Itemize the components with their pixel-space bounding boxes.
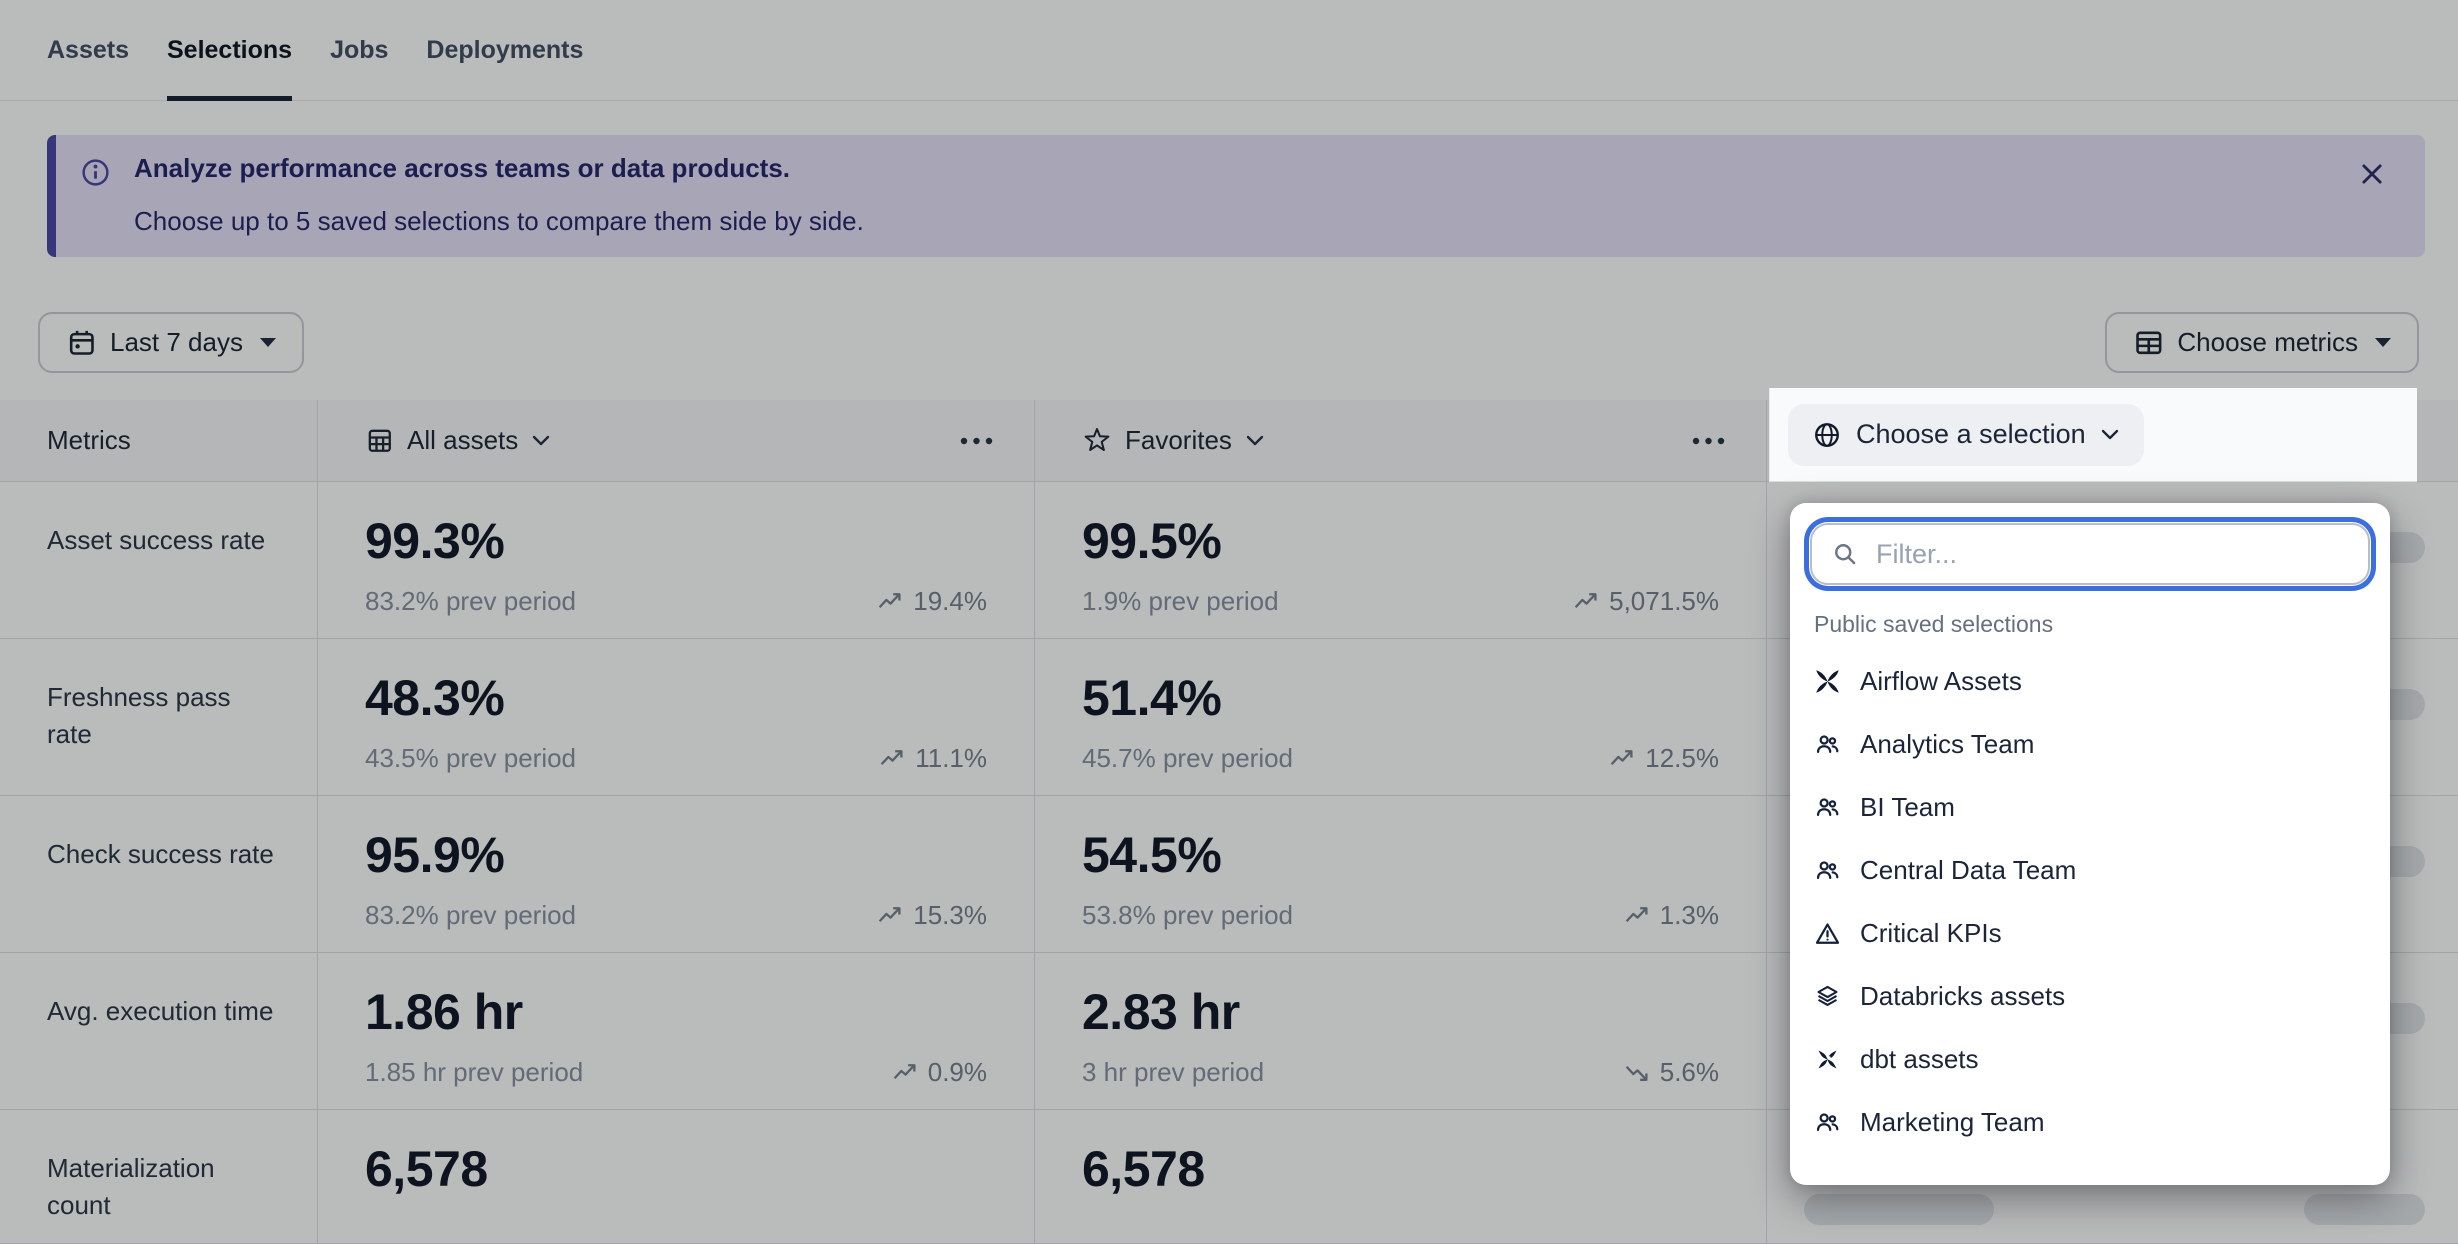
globe-icon bbox=[1812, 420, 1842, 450]
selection-list: Airflow Assets Analytics Team bbox=[1790, 650, 2390, 1154]
selection-item-central-data-team[interactable]: Central Data Team bbox=[1790, 839, 2390, 902]
insights-page: Assets Selections Jobs Deployments Analy… bbox=[0, 0, 2458, 1244]
section-label: Public saved selections bbox=[1814, 611, 2366, 638]
search-icon bbox=[1832, 541, 1859, 568]
chevron-down-icon bbox=[2100, 428, 2120, 441]
selection-item-bi-team[interactable]: BI Team bbox=[1790, 776, 2390, 839]
filter-input[interactable] bbox=[1874, 538, 2348, 571]
selection-item-label: Airflow Assets bbox=[1860, 666, 2022, 697]
selection-item-label: dbt assets bbox=[1860, 1044, 1979, 1075]
selection-item-label: Analytics Team bbox=[1860, 729, 2034, 760]
choose-selection-button[interactable]: Choose a selection bbox=[1788, 404, 2144, 466]
warning-icon bbox=[1814, 920, 1841, 947]
selection-item-label: Central Data Team bbox=[1860, 855, 2076, 886]
selection-item-label: Marketing Team bbox=[1860, 1107, 2045, 1138]
filter-field[interactable] bbox=[1810, 523, 2370, 585]
people-icon bbox=[1814, 731, 1841, 758]
selection-item-critical-kpis[interactable]: Critical KPIs bbox=[1790, 902, 2390, 965]
selection-item-airflow-assets[interactable]: Airflow Assets bbox=[1790, 650, 2390, 713]
layers-icon bbox=[1814, 983, 1841, 1010]
selection-item-databricks-assets[interactable]: Databricks assets bbox=[1790, 965, 2390, 1028]
selection-item-dbt-assets[interactable]: dbt assets bbox=[1790, 1028, 2390, 1091]
airflow-icon bbox=[1814, 668, 1841, 695]
selection-dropdown: Public saved selections Airflow Assets bbox=[1790, 503, 2390, 1185]
selection-item-label: Databricks assets bbox=[1860, 981, 2065, 1012]
selection-item-marketing-team[interactable]: Marketing Team bbox=[1790, 1091, 2390, 1154]
selection-item-label: Critical KPIs bbox=[1860, 918, 2002, 949]
people-icon bbox=[1814, 857, 1841, 884]
dbt-icon bbox=[1814, 1046, 1841, 1073]
selection-item-analytics-team[interactable]: Analytics Team bbox=[1790, 713, 2390, 776]
people-icon bbox=[1814, 794, 1841, 821]
people-icon bbox=[1814, 1109, 1841, 1136]
new-selection-column-header: Choose a selection bbox=[1769, 388, 2417, 482]
selection-item-label: BI Team bbox=[1860, 792, 1955, 823]
choose-selection-label: Choose a selection bbox=[1856, 419, 2086, 450]
